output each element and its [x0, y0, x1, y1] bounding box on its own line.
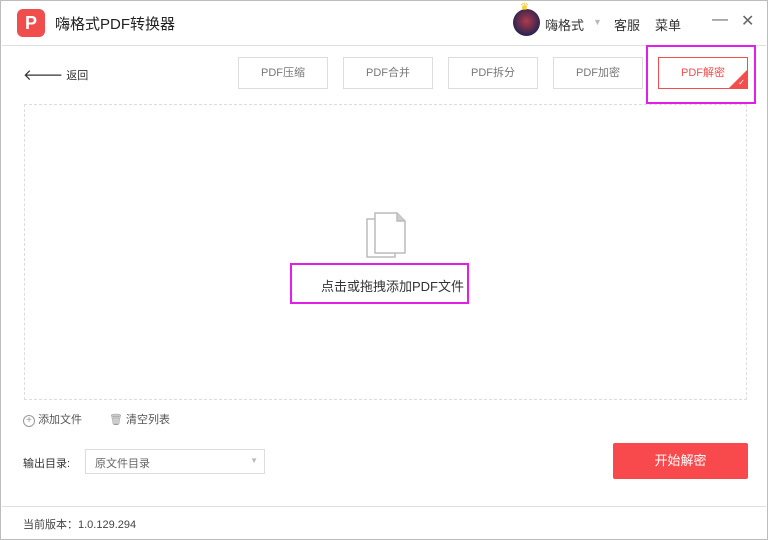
output-dir-value: 原文件目录 — [95, 458, 150, 470]
version-text: 当前版本：1.0.129.294 — [23, 519, 137, 531]
arrow-left-icon: 🡐 — [23, 67, 64, 84]
footer-divider — [2, 506, 766, 507]
app-window: P 嗨格式PDF转换器 ♛ 嗨格式 ▼ 客服 菜单 — ✕ 🡐 返回 PDF压缩… — [0, 0, 768, 540]
app-logo: P — [17, 9, 45, 37]
username[interactable]: 嗨格式 — [545, 15, 584, 34]
avatar[interactable] — [513, 9, 540, 36]
back-label: 返回 — [66, 70, 89, 82]
add-file-button[interactable]: + 添加文件 — [23, 411, 82, 427]
tab-pdf-compress[interactable]: PDF压缩 — [238, 57, 328, 89]
clear-list-label: 清空列表 — [126, 414, 171, 426]
trash-icon: 🗑 — [109, 414, 123, 426]
tab-pdf-merge[interactable]: PDF合并 — [343, 57, 433, 89]
back-button[interactable]: 🡐 返回 — [23, 65, 88, 84]
close-button[interactable]: ✕ — [741, 11, 754, 31]
crown-icon: ♛ — [520, 2, 529, 13]
highlight-box — [646, 45, 756, 104]
output-label: 输出目录: — [23, 458, 71, 470]
highlight-box — [290, 263, 469, 304]
tab-pdf-encrypt[interactable]: PDF加密 — [553, 57, 643, 89]
start-decrypt-button[interactable]: 开始解密 — [613, 443, 748, 479]
chevron-down-icon: ▼ — [250, 456, 258, 465]
menu-link[interactable]: 菜单 — [655, 15, 681, 34]
service-link[interactable]: 客服 — [614, 15, 640, 34]
output-dir-select[interactable]: 原文件目录 ▼ — [85, 449, 265, 474]
plus-circle-icon: + — [23, 415, 35, 427]
tab-pdf-split[interactable]: PDF拆分 — [448, 57, 538, 89]
minimize-button[interactable]: — — [712, 11, 728, 29]
chevron-down-icon[interactable]: ▼ — [593, 17, 602, 27]
app-title: 嗨格式PDF转换器 — [55, 16, 176, 33]
file-icon — [366, 212, 406, 258]
add-file-label: 添加文件 — [38, 414, 83, 426]
clear-list-button[interactable]: 🗑 清空列表 — [109, 411, 170, 427]
